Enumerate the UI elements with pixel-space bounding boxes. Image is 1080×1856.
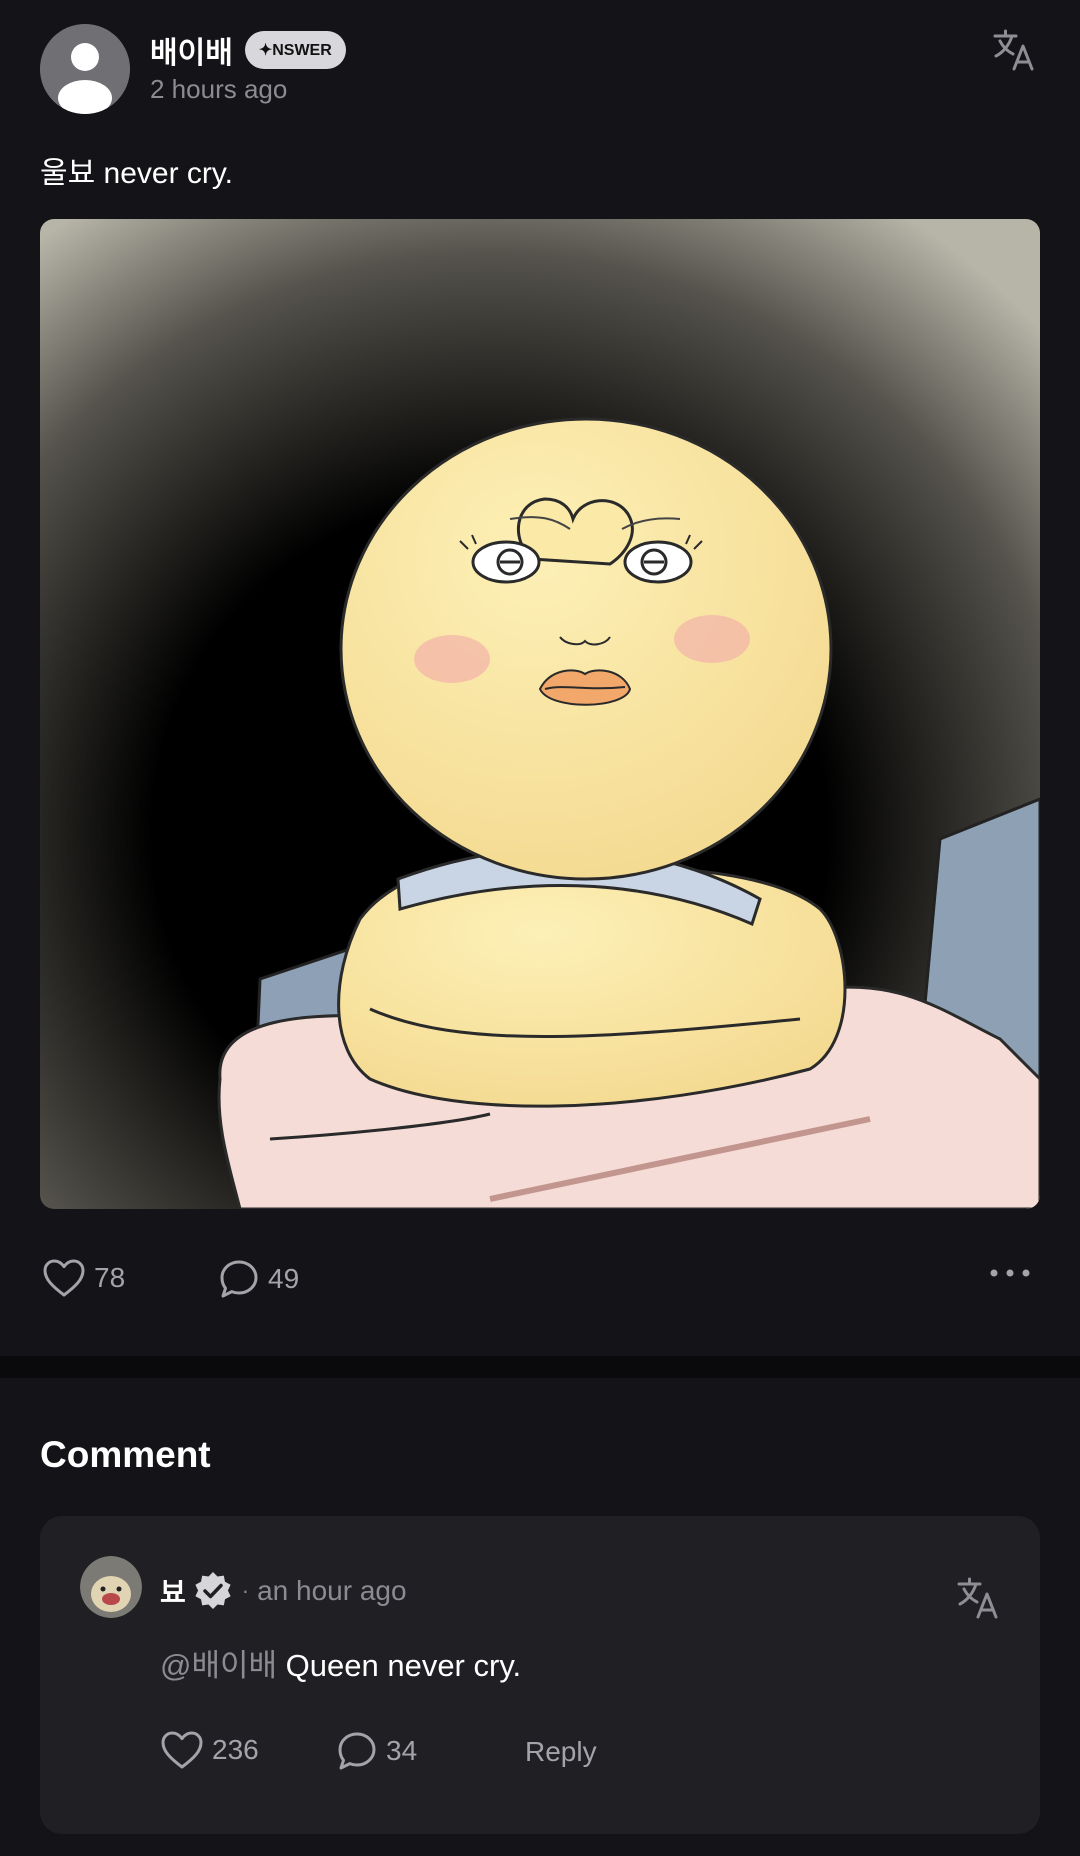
comment-count: 49	[268, 1263, 300, 1294]
default-avatar-icon	[40, 24, 130, 114]
duck-avatar-icon	[80, 1556, 142, 1618]
chick-illustration	[40, 219, 1040, 1209]
separator-dot: ·	[241, 1578, 250, 1603]
comment-translate-icon[interactable]	[956, 1576, 1000, 1620]
author-badge: ✦NSWER	[244, 31, 346, 69]
comment-bubble-icon	[338, 1732, 376, 1770]
comment-reply-count: 34	[386, 1735, 418, 1766]
comment-like-button[interactable]: 236	[160, 1730, 259, 1770]
comment-bubble-icon	[220, 1260, 258, 1298]
comment-time: an hour ago	[257, 1575, 407, 1606]
author-row: 배이배 ✦NSWER	[150, 28, 346, 72]
comments-section: Comment 뵤 · an hour ago @배이배 Queen never…	[0, 1378, 1080, 1856]
more-button[interactable]	[988, 1266, 1032, 1284]
comment-body: Queen never cry.	[277, 1648, 522, 1683]
heart-icon	[161, 1731, 203, 1769]
post-image[interactable]	[40, 219, 1040, 1209]
comments-title: Comment	[40, 1434, 211, 1475]
comment-like-count: 236	[212, 1734, 259, 1765]
comment-replies-button[interactable]: 34	[336, 1730, 417, 1772]
commenter-name[interactable]: 뵤	[160, 1571, 186, 1611]
post: 배이배 ✦NSWER 2 hours ago 울뵤 never cry. 78 …	[0, 0, 1080, 1356]
author-avatar[interactable]	[40, 24, 130, 114]
section-divider	[0, 1356, 1080, 1378]
post-text: 울뵤 never cry.	[40, 157, 234, 190]
like-count: 78	[94, 1262, 126, 1293]
comment-button[interactable]: 49	[218, 1258, 299, 1300]
post-time: 2 hours ago	[150, 74, 288, 104]
commenter-avatar[interactable]	[80, 1556, 142, 1618]
heart-icon	[43, 1259, 85, 1297]
mention-link[interactable]: @배이배	[160, 1648, 277, 1683]
comment-text: @배이배 Queen never cry.	[160, 1640, 521, 1685]
comment-header: 뵤 · an hour ago	[160, 1570, 407, 1612]
more-dots-icon	[990, 1269, 1030, 1277]
translate-icon[interactable]	[992, 28, 1036, 72]
like-button[interactable]: 78	[42, 1258, 125, 1298]
verified-badge-icon	[195, 1572, 231, 1609]
comment-card: 뵤 · an hour ago @배이배 Queen never cry. 23…	[40, 1516, 1040, 1834]
reply-button[interactable]: Reply	[525, 1736, 597, 1768]
author-name[interactable]: 배이배	[150, 28, 233, 72]
